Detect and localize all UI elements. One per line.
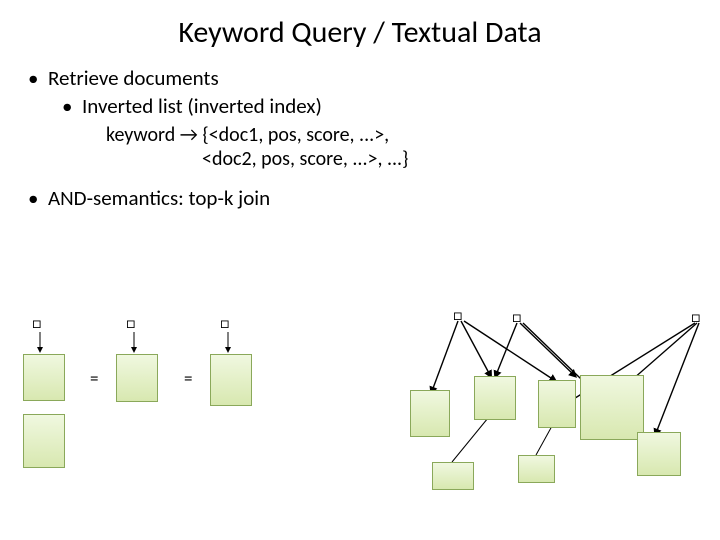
- square-marker-icon: □: [453, 306, 463, 325]
- doc-box: [23, 354, 65, 401]
- doc-box: [210, 354, 252, 406]
- doc-box: [410, 390, 450, 437]
- diagram-canvas: □ □ □ = = □ □ □: [0, 0, 720, 540]
- doc-box: [637, 432, 681, 476]
- square-marker-icon: □: [126, 314, 136, 333]
- doc-box: [23, 414, 65, 468]
- square-marker-icon: □: [220, 314, 230, 333]
- square-marker-icon: □: [512, 308, 522, 327]
- doc-box: [518, 455, 555, 483]
- doc-box: [474, 376, 516, 420]
- square-marker-icon: □: [691, 308, 701, 327]
- doc-box: [538, 380, 576, 428]
- doc-box: [580, 375, 644, 440]
- square-marker-icon: □: [32, 314, 42, 333]
- doc-box: [116, 354, 158, 402]
- doc-box: [432, 462, 474, 490]
- equals-sign: =: [184, 368, 192, 389]
- equals-sign: =: [90, 368, 98, 389]
